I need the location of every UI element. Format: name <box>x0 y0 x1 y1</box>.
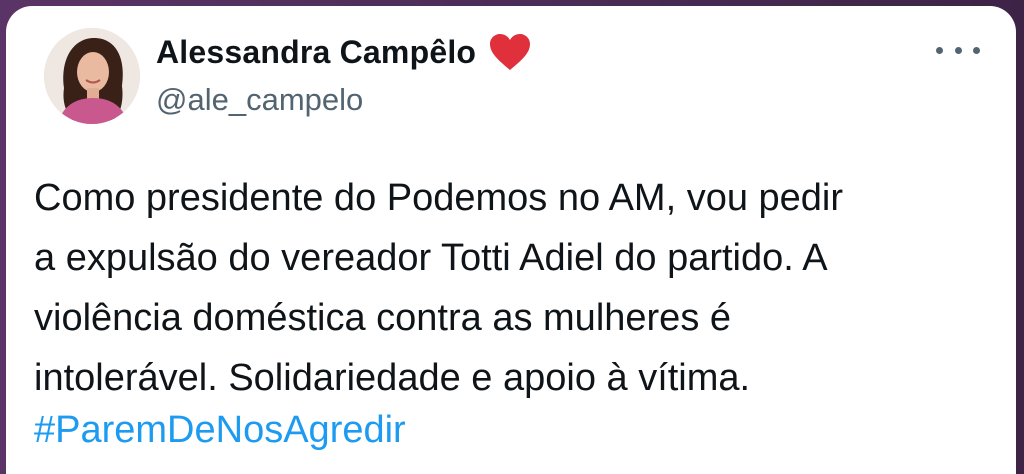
more-dot <box>973 46 980 54</box>
more-dot <box>936 46 943 54</box>
author-handle[interactable]: @ale_campelo <box>156 82 363 118</box>
avatar-image <box>44 28 140 124</box>
author-display-name[interactable]: Alessandra Campêlo <box>156 34 476 71</box>
more-dot <box>954 46 962 54</box>
tweet-card[interactable]: Alessandra Campêlo @ale_campelo Como pre… <box>6 6 1016 474</box>
red-heart-icon <box>488 32 532 72</box>
hashtag-link[interactable]: #ParemDeNosAgredir <box>34 400 406 460</box>
more-options-icon[interactable] <box>936 40 980 60</box>
background-frame: Alessandra Campêlo @ale_campelo Como pre… <box>0 0 1024 474</box>
author-name-row: Alessandra Campêlo <box>156 32 532 72</box>
avatar[interactable] <box>44 28 140 124</box>
tweet-text: Como presidente do Podemos no AM, vou pe… <box>34 177 844 399</box>
